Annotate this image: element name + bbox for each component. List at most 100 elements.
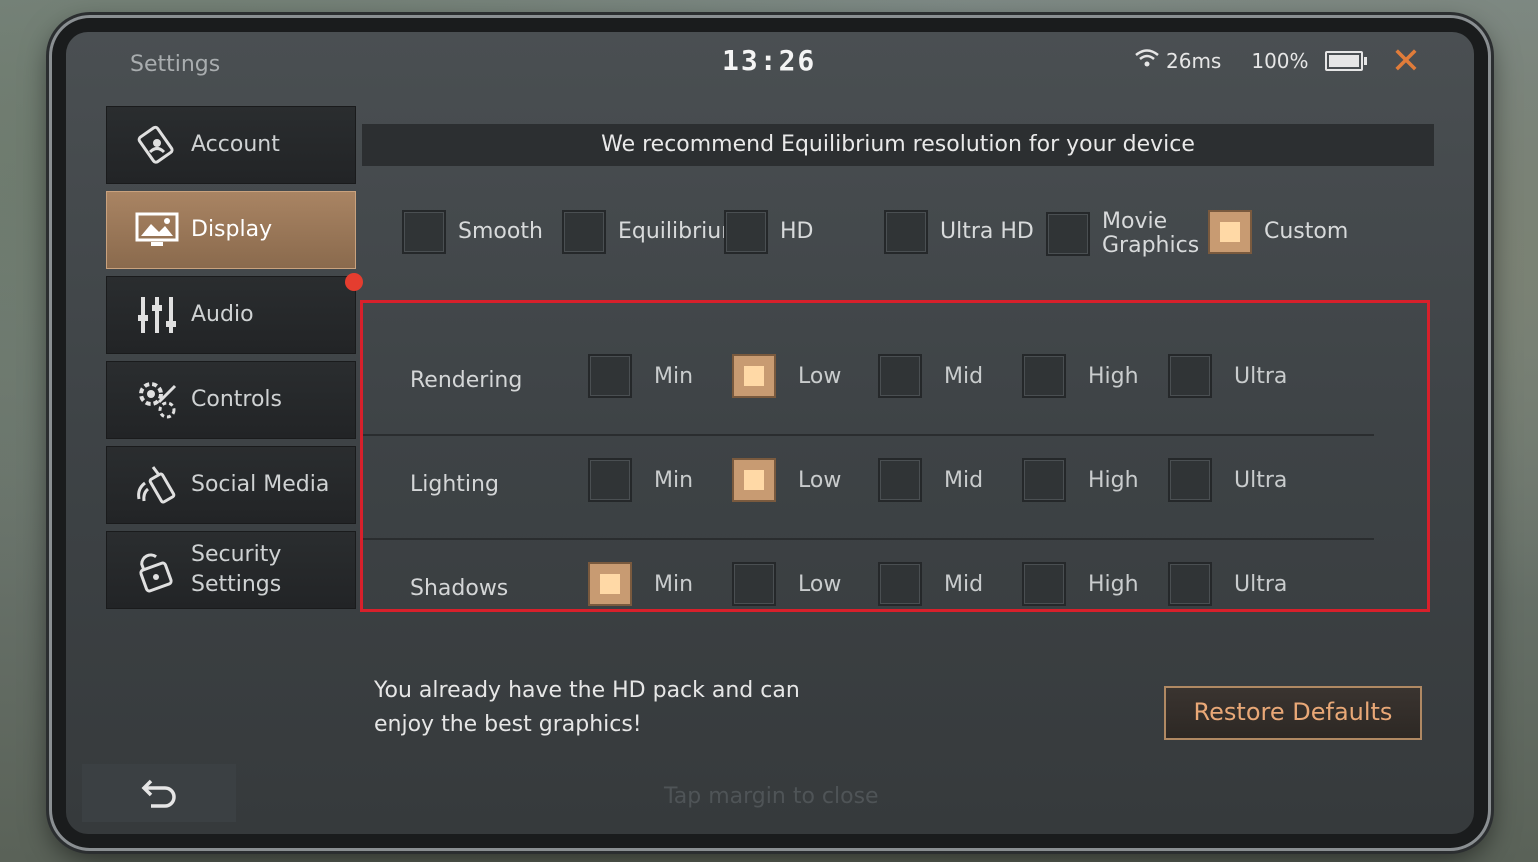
audio-icon [127, 285, 187, 345]
setting-row-label: Lighting [410, 472, 499, 497]
sidebar-item-label: Account [191, 132, 280, 157]
sidebar-item-display[interactable]: Display [106, 191, 356, 269]
preset-checkbox[interactable] [1046, 212, 1090, 256]
preset-movie-graphics[interactable]: Movie Graphics [1046, 210, 1202, 258]
battery-icon [1324, 50, 1367, 71]
account-icon [127, 115, 187, 175]
preset-row: Smooth Equilibrium HD Ultra HD Movie Graphic… [362, 210, 1434, 270]
setting-row-label: Rendering [410, 368, 523, 393]
option-checkbox[interactable] [732, 354, 776, 398]
preset-label: Custom [1264, 219, 1349, 244]
notification-badge [345, 273, 363, 291]
preset-ultra-hd[interactable]: Ultra HD [884, 210, 1034, 254]
preset-checkbox[interactable] [724, 210, 768, 254]
sidebar-item-social-media[interactable]: Social Media [106, 446, 356, 524]
sidebar-item-controls[interactable]: Controls [106, 361, 356, 439]
shadows-option-low[interactable]: Low [732, 562, 841, 606]
display-settings-panel: We recommend Equilibrium resolution for … [362, 106, 1434, 666]
clock: 13:26 [722, 44, 817, 77]
option-checkbox[interactable] [1022, 562, 1066, 606]
option-checkbox[interactable] [878, 562, 922, 606]
option-label: Ultra [1234, 467, 1288, 493]
lighting-option-ultra[interactable]: Ultra [1168, 458, 1287, 502]
back-button[interactable] [82, 764, 236, 822]
sidebar-item-account[interactable]: Account [106, 106, 356, 184]
option-label: High [1088, 467, 1139, 493]
social-media-icon [127, 455, 187, 515]
display-icon [127, 200, 187, 260]
option-label: Low [798, 363, 842, 389]
option-label: High [1088, 363, 1139, 389]
option-checkbox[interactable] [1022, 458, 1066, 502]
sidebar-item-audio[interactable]: Audio [106, 273, 363, 354]
option-label: Low [798, 571, 842, 597]
option-label: Mid [944, 363, 984, 389]
option-checkbox[interactable] [878, 354, 922, 398]
setting-row-rendering: Rendering Min Low Mid High Ultra [362, 332, 1434, 436]
option-label: Ultra [1234, 363, 1288, 389]
sidebar-item-label: Audio [191, 302, 254, 327]
wifi-icon [1134, 48, 1160, 73]
option-checkbox[interactable] [1168, 458, 1212, 502]
sidebar-item-label: Security Settings [191, 542, 282, 597]
setting-row-lighting: Lighting Min Low Mid High Ultra [362, 436, 1434, 540]
sidebar: Account Display Audio Controls Social Media S… [106, 106, 363, 616]
preset-label: Movie Graphics [1102, 209, 1200, 258]
battery-percent: 100% [1251, 48, 1309, 73]
option-checkbox[interactable] [588, 458, 632, 502]
preset-checkbox[interactable] [562, 210, 606, 254]
shadows-option-mid[interactable]: Mid [878, 562, 983, 606]
settings-screen: Settings 13:26 26ms 100% ✕ Account Displa… [66, 32, 1474, 834]
rendering-option-ultra[interactable]: Ultra [1168, 354, 1287, 398]
option-checkbox[interactable] [1168, 354, 1212, 398]
preset-checkbox[interactable] [1208, 210, 1252, 254]
setting-row-vegetation: VegetationMinLowMidHighUltra [362, 644, 1434, 666]
ping-value: 26ms [1166, 48, 1222, 73]
option-label: High [1088, 571, 1139, 597]
option-checkbox[interactable] [1168, 562, 1212, 606]
preset-custom[interactable]: Custom [1208, 210, 1348, 254]
preset-checkbox[interactable] [402, 210, 446, 254]
tap-margin-hint: Tap margin to close [664, 784, 879, 809]
sidebar-item-security-settings[interactable]: Security Settings [106, 531, 356, 609]
shadows-option-high[interactable]: High [1022, 562, 1139, 606]
close-icon: ✕ [1390, 41, 1422, 82]
shadows-option-min[interactable]: Min [588, 562, 693, 606]
sidebar-item-label: Social Media [191, 472, 330, 497]
option-label: Min [654, 571, 694, 597]
lighting-option-low[interactable]: Low [732, 458, 841, 502]
option-checkbox[interactable] [588, 562, 632, 606]
lighting-option-mid[interactable]: Mid [878, 458, 983, 502]
option-checkbox[interactable] [588, 354, 632, 398]
lighting-option-high[interactable]: High [1022, 458, 1139, 502]
option-checkbox[interactable] [732, 458, 776, 502]
hd-pack-note: You already have the HD pack and can enj… [374, 678, 800, 737]
restore-defaults-button[interactable]: Restore Defaults [1164, 686, 1422, 740]
controls-icon [127, 370, 187, 430]
option-label: Low [798, 467, 842, 493]
setting-row-shadows: Shadows Min Low Mid High Ultra [362, 540, 1434, 644]
rendering-option-low[interactable]: Low [732, 354, 841, 398]
setting-row-label: Shadows [410, 576, 509, 601]
status-area: 26ms 100% [1134, 48, 1367, 73]
option-label: Mid [944, 467, 984, 493]
rendering-option-high[interactable]: High [1022, 354, 1139, 398]
preset-equilibrium[interactable]: Equilibrium [562, 210, 743, 254]
option-label: Min [654, 467, 694, 493]
rendering-option-mid[interactable]: Mid [878, 354, 983, 398]
preset-checkbox[interactable] [884, 210, 928, 254]
preset-smooth[interactable]: Smooth [402, 210, 543, 254]
option-checkbox[interactable] [878, 458, 922, 502]
rendering-option-min[interactable]: Min [588, 354, 693, 398]
preset-label: HD [780, 219, 814, 244]
back-arrow-icon [141, 779, 176, 808]
preset-hd[interactable]: HD [724, 210, 813, 254]
close-button[interactable]: ✕ [1388, 44, 1424, 80]
option-checkbox[interactable] [732, 562, 776, 606]
lighting-option-min[interactable]: Min [588, 458, 693, 502]
option-label: Mid [944, 571, 984, 597]
preset-label: Smooth [458, 219, 543, 244]
shadows-option-ultra[interactable]: Ultra [1168, 562, 1287, 606]
option-checkbox[interactable] [1022, 354, 1066, 398]
option-label: Ultra [1234, 571, 1288, 597]
